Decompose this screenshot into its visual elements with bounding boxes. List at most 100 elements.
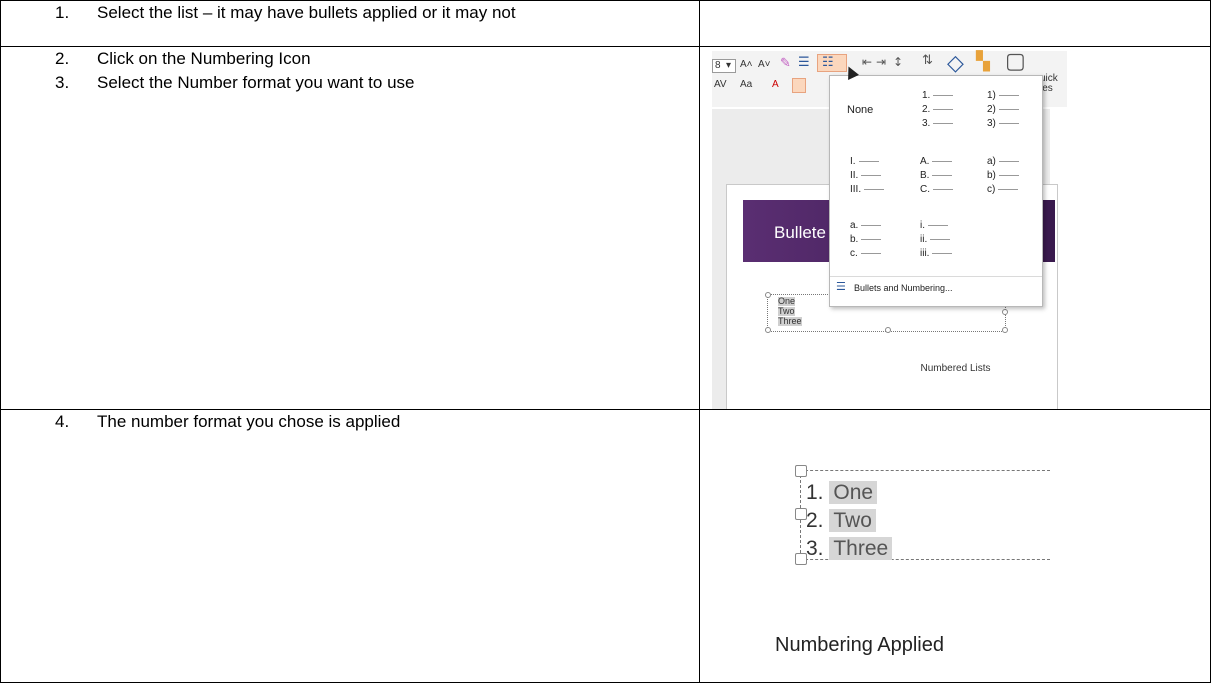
step-cell: 1. Select the list – it may have bullets… <box>0 0 700 47</box>
numbering-option-item[interactable]: c. <box>850 248 881 259</box>
chevron-down-icon: ▾ <box>726 60 732 71</box>
screenshot-caption: Numbering Applied <box>775 634 944 656</box>
numbering-option-label: 1. <box>922 90 931 101</box>
numbering-option-item[interactable]: 1) <box>987 90 1019 101</box>
list-item: Three <box>778 316 802 326</box>
numbering-none-option[interactable]: None <box>847 104 873 116</box>
numbering-option-label: 2. <box>922 104 931 115</box>
step-number: 4. <box>55 412 70 431</box>
step-text: Select the list – it may have bullets ap… <box>97 3 516 22</box>
numbering-option-item[interactable]: c) <box>987 184 1019 195</box>
numbering-option-item[interactable]: iii. <box>920 248 953 259</box>
step-text: The number format you chose is applied <box>97 412 401 431</box>
bullets-and-numbering-link[interactable]: Bullets and Numbering... <box>854 283 953 293</box>
align-left-button[interactable] <box>792 78 806 93</box>
character-spacing-button[interactable]: AV <box>714 79 727 90</box>
item-text: One <box>829 481 878 504</box>
line-mark <box>998 122 1019 124</box>
numbering-option-label: C. <box>920 184 930 195</box>
numbering-option-label: 3) <box>987 118 996 129</box>
item-number: 3. <box>806 537 824 560</box>
resize-handle[interactable] <box>1002 327 1008 333</box>
table-row: 2. Click on the Numbering Icon 3. Select… <box>0 46 1211 410</box>
resize-handle[interactable] <box>885 327 891 333</box>
numbering-applied-screenshot: 1. One 2. Two 3. Three Numbering Applied <box>700 410 1211 682</box>
numbering-option-label: b) <box>987 170 996 181</box>
line-mark <box>860 252 881 254</box>
numbering-option-item[interactable]: C. <box>920 184 953 195</box>
font-size-value: 8 <box>715 60 721 71</box>
numbering-option-label: a. <box>850 220 859 231</box>
numbering-option-label: c) <box>987 184 996 195</box>
line-mark <box>933 108 954 110</box>
resize-handle[interactable] <box>765 292 771 298</box>
increase-indent-icon[interactable]: ⇥ <box>876 55 886 69</box>
numbering-option-item[interactable]: a) <box>987 156 1019 167</box>
line-mark <box>933 94 954 96</box>
line-mark <box>930 238 951 240</box>
bullets-numbering-icon: ☰ <box>836 280 846 293</box>
bullets-icon[interactable]: ☰ <box>798 55 810 70</box>
table-row: 1. Select the list – it may have bullets… <box>0 0 1211 47</box>
step-item: 2. Click on the Numbering Icon <box>55 47 699 71</box>
numbering-option-item[interactable]: b. <box>850 234 882 245</box>
text-direction-icon[interactable]: ⇅ <box>922 53 933 68</box>
numbering-option-label: 2) <box>987 104 996 115</box>
step-text: Select the Number format you want to use <box>97 73 415 92</box>
step-number: 2. <box>55 49 70 68</box>
line-mark <box>861 174 882 176</box>
numbered-list-item: 3. Three <box>806 536 893 561</box>
numbering-option-item[interactable]: 3) <box>987 118 1019 129</box>
numbering-option-label: III. <box>850 184 862 195</box>
line-mark <box>861 238 882 240</box>
decrease-indent-icon[interactable]: ⇤ <box>862 55 872 69</box>
numbering-option-item[interactable]: b) <box>987 170 1019 181</box>
numbering-option-item[interactable]: 1. <box>922 90 954 101</box>
numbering-option-item[interactable]: III. <box>850 184 885 195</box>
grow-font-button[interactable]: A˄ <box>740 59 753 70</box>
resize-handle[interactable] <box>765 327 771 333</box>
numbering-option-item[interactable]: 2. <box>922 104 954 115</box>
numbering-option-item[interactable]: B. <box>920 170 953 181</box>
numbering-option-label: I. <box>850 156 856 167</box>
line-mark <box>932 252 953 254</box>
clear-format-icon[interactable]: ✎ <box>780 56 791 71</box>
numbering-menu-screenshot: 8 ▾ A˄ A˅ ✎ ☰ ☷ ⇤ ⇥ ↕ ⇅ ◇ ▚ ▢ uick les A… <box>700 47 1211 409</box>
list-item: One <box>778 296 796 306</box>
line-mark <box>998 94 1019 96</box>
numbering-option-item[interactable]: II. <box>850 170 882 181</box>
numbering-library-menu: None 1. 2. 3. 1) 2) 3) I. II. III. A. B.… <box>829 75 1043 307</box>
resize-handle[interactable] <box>795 465 807 477</box>
numbered-list-item: 1. One <box>806 480 878 505</box>
shapes-icon[interactable]: ◇ <box>947 51 964 76</box>
numbering-option-item[interactable]: 2) <box>987 104 1019 115</box>
numbering-option-item[interactable]: 3. <box>922 118 954 129</box>
numbering-option-item[interactable]: A. <box>920 156 953 167</box>
arrange-icon[interactable]: ▚ <box>976 51 990 72</box>
list-item: Two <box>778 306 795 316</box>
font-color-button[interactable]: A <box>772 79 779 90</box>
numbering-option-item[interactable]: I. <box>850 156 879 167</box>
font-size-box[interactable]: 8 ▾ <box>712 59 736 73</box>
shrink-font-button[interactable]: A˅ <box>758 59 771 70</box>
numbering-option-label: a) <box>987 156 996 167</box>
numbering-option-label: iii. <box>920 248 930 259</box>
numbering-option-item[interactable]: ii. <box>920 234 951 245</box>
numbering-option-item[interactable]: a. <box>850 220 882 231</box>
step-cell: 4. The number format you chose is applie… <box>0 409 700 683</box>
line-mark <box>864 188 885 190</box>
resize-handle[interactable] <box>1002 309 1008 315</box>
numbering-icon: ☷ <box>822 55 834 70</box>
image-cell: 1. One 2. Two 3. Three Numbering Applied <box>699 409 1211 683</box>
change-case-button[interactable]: Aa <box>740 79 752 90</box>
line-mark <box>998 188 1019 190</box>
numbering-option-label: B. <box>920 170 930 181</box>
numbering-option-label: c. <box>850 248 858 259</box>
step-item: 4. The number format you chose is applie… <box>55 410 699 434</box>
numbering-option-item[interactable]: i. <box>920 220 948 231</box>
numbering-option-label: 3. <box>922 118 931 129</box>
item-number: 2. <box>806 509 824 532</box>
numbered-list-item: 2. Two <box>806 508 876 533</box>
line-spacing-icon[interactable]: ↕ <box>893 55 903 69</box>
quick-styles-icon[interactable]: ▢ <box>1005 49 1026 74</box>
